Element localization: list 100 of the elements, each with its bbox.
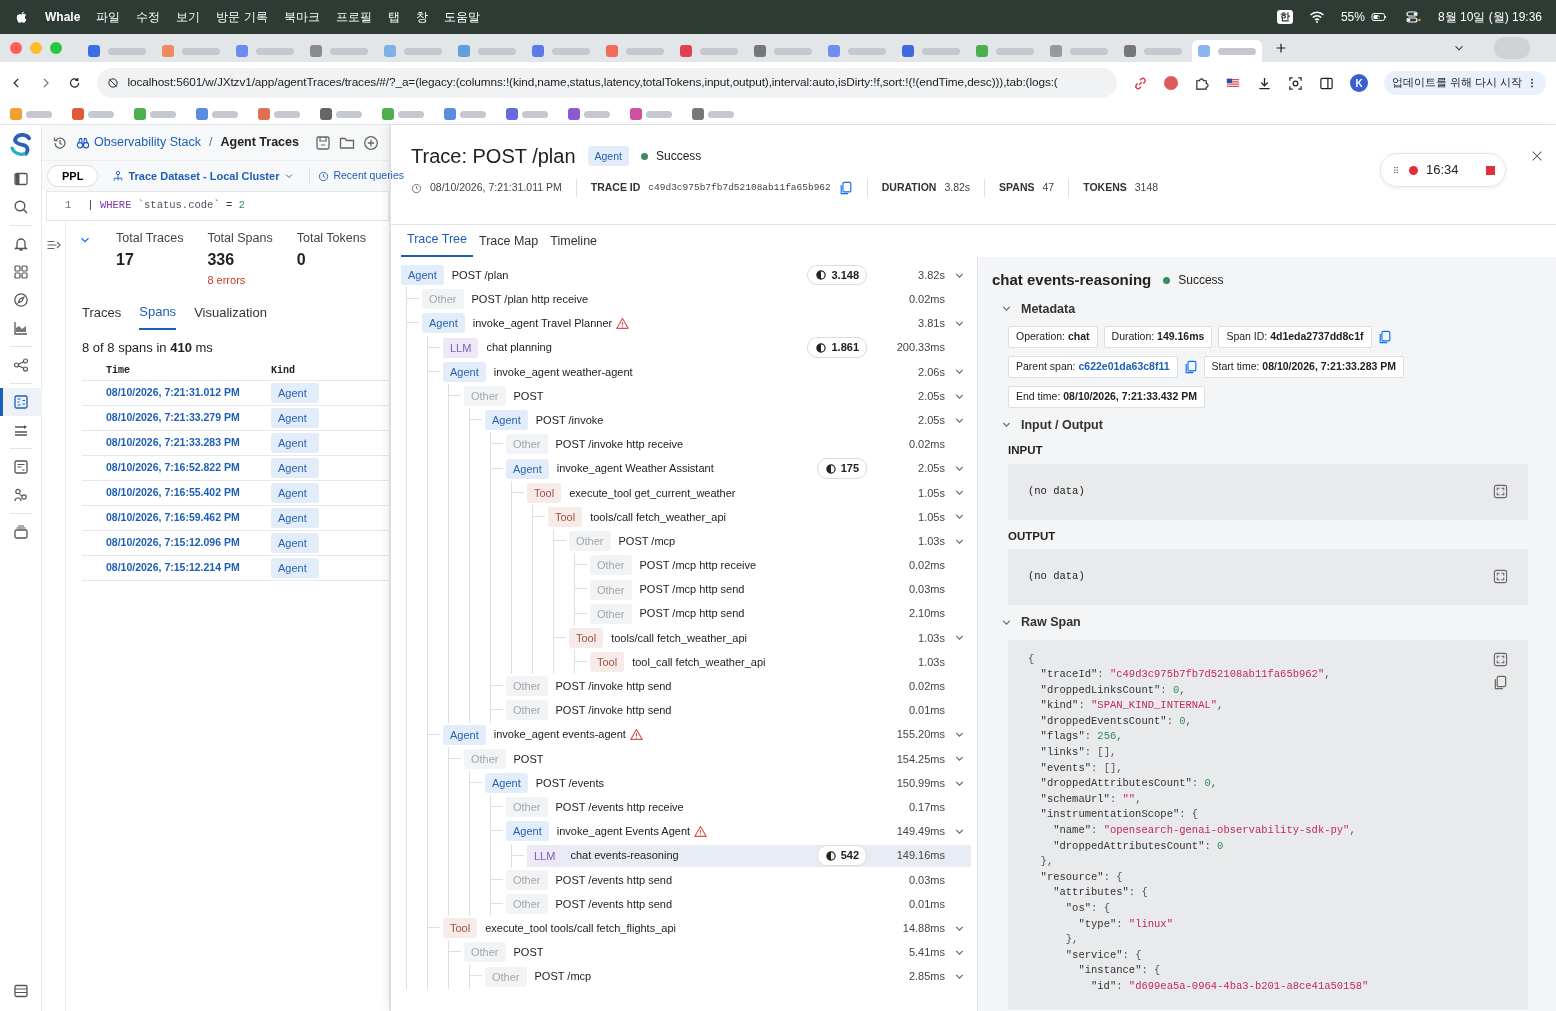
bookmark[interactable] — [132, 107, 178, 121]
timestamp-link[interactable]: 08/10/2026, 7:16:59.462 PM — [82, 510, 271, 527]
menu-item[interactable]: 북마크 — [283, 8, 320, 26]
span-row[interactable]: Other POST 154.25ms — [464, 747, 971, 770]
span-row[interactable]: Other POST /invoke http send 0.02ms — [506, 675, 971, 698]
screenshot-icon[interactable] — [1288, 75, 1304, 91]
span-row[interactable]: Other POST /mcp 2.85ms — [485, 965, 971, 988]
bookmark[interactable] — [70, 107, 116, 121]
menu-item[interactable]: 방문 기록 — [216, 8, 268, 26]
span-row[interactable]: Agent POST /invoke 2.05s — [485, 409, 971, 432]
bookmark[interactable] — [442, 107, 488, 121]
bookmark[interactable] — [628, 107, 674, 121]
close-window-button[interactable] — [10, 42, 22, 54]
recent-queries-button[interactable]: Recent queries — [318, 168, 405, 184]
bookmark[interactable] — [318, 107, 364, 121]
menu-item[interactable]: 창 — [415, 8, 428, 26]
span-row[interactable]: Other POST /mcp 1.03s — [569, 530, 971, 553]
puzzle-icon[interactable] — [1194, 75, 1210, 91]
span-row[interactable]: Agent POST /plan 3.148 3.82s — [401, 264, 971, 287]
bookmark[interactable] — [380, 107, 426, 121]
span-row[interactable]: Other POST /events http send 0.01ms — [506, 892, 971, 915]
span-row[interactable]: Other POST /invoke http send 0.01ms — [506, 699, 971, 722]
span-row[interactable]: Tool tool_call fetch_weather_api 1.03s — [590, 651, 971, 674]
copy-icon[interactable] — [1493, 674, 1508, 690]
query-language-button[interactable]: PPL — [47, 164, 99, 188]
app-menu[interactable]: Whale — [45, 8, 81, 26]
bookmark[interactable] — [566, 107, 612, 121]
flag-icon[interactable] — [1225, 76, 1242, 90]
fullscreen-icon[interactable] — [1493, 651, 1508, 667]
control-center-icon[interactable] — [1404, 9, 1422, 25]
span-row[interactable]: Tool execute_tool tools/call fetch_flights_api 14.88ms — [443, 917, 971, 940]
span-row[interactable]: Tool tools/call fetch_weather_api 1.05s — [548, 505, 971, 528]
new-tab-icon[interactable] — [1274, 41, 1288, 55]
timestamp-link[interactable]: 08/10/2026, 7:15:12.096 PM — [82, 535, 271, 552]
results-tab[interactable]: Spans — [139, 296, 177, 330]
section-title[interactable]: Raw Span — [1021, 612, 1081, 632]
timestamp-link[interactable]: 08/10/2026, 7:21:33.279 PM — [82, 410, 271, 427]
extension-icon[interactable] — [1164, 76, 1179, 90]
timestamp-link[interactable]: 08/10/2026, 7:15:12.214 PM — [82, 560, 271, 577]
menu-item[interactable]: 보기 — [176, 8, 201, 26]
span-row[interactable]: Other POST /mcp http send 2.10ms — [590, 602, 971, 625]
section-title[interactable]: Metadata — [1021, 299, 1076, 319]
bookmark[interactable] — [256, 107, 302, 121]
span-row[interactable]: Other POST /mcp http send 0.03ms — [590, 578, 971, 601]
span-row[interactable]: Agent POST /events 150.99ms — [485, 772, 971, 795]
menu-item[interactable]: 수정 — [136, 8, 161, 26]
span-row[interactable]: Other POST /invoke http receive 0.02ms — [506, 433, 971, 456]
span-row[interactable]: Agent invoke_agent Events Agent 149.49ms — [506, 820, 971, 843]
sidebar-icon[interactable] — [1319, 75, 1335, 91]
span-row[interactable]: LLM chat events-reasoning 542 149.16ms — [527, 844, 971, 867]
span-row[interactable]: Tool tools/call fetch_weather_api 1.03s — [569, 626, 971, 649]
timestamp-link[interactable]: 08/10/2026, 7:16:55.402 PM — [82, 485, 271, 502]
copy-icon[interactable] — [838, 181, 853, 195]
timestamp-link[interactable]: 08/10/2026, 7:21:31.012 PM — [82, 385, 271, 402]
results-tab[interactable]: Visualization — [194, 296, 267, 330]
site-info-icon[interactable] — [107, 77, 120, 89]
timestamp-link[interactable]: 08/10/2026, 7:21:33.283 PM — [82, 435, 271, 452]
span-row[interactable]: Agent invoke_agent events-agent 155.20ms — [443, 723, 971, 746]
apple-icon[interactable] — [14, 9, 29, 25]
profile-avatar[interactable]: K — [1350, 74, 1369, 92]
results-tab[interactable]: Traces — [82, 296, 122, 330]
bookmark[interactable] — [690, 107, 736, 121]
menu-item[interactable]: 탭 — [387, 8, 400, 26]
span-row[interactable]: Agent invoke_agent Travel Planner 3.81s — [422, 312, 971, 335]
history-icon[interactable] — [52, 134, 68, 151]
copy-icon[interactable] — [1377, 330, 1392, 345]
menu-item[interactable]: 파일 — [96, 8, 121, 26]
copy-icon[interactable] — [1183, 359, 1198, 374]
fullscreen-icon[interactable] — [1493, 569, 1508, 585]
span-row[interactable]: Agent invoke_agent Weather Assistant 175 2.05s — [506, 457, 971, 480]
span-row[interactable]: Other POST 5.41ms — [464, 941, 971, 964]
trace-tab[interactable]: Trace Map — [473, 226, 545, 257]
update-restart-button[interactable]: 업데이트를 위해 다시 시작 — [1384, 71, 1546, 95]
trace-tab[interactable]: Trace Tree — [401, 224, 473, 257]
input-source-indicator[interactable]: 한 — [1276, 10, 1293, 24]
bookmark[interactable] — [504, 107, 550, 121]
reload-icon[interactable] — [68, 76, 82, 90]
add-icon[interactable] — [363, 134, 379, 151]
browser-tab[interactable] — [1192, 40, 1262, 62]
trace-tab[interactable]: Timeline — [544, 226, 604, 257]
breadcrumb-link[interactable]: Observability Stack — [76, 133, 201, 152]
span-row[interactable]: Other POST 2.05s — [464, 385, 971, 408]
menu-item[interactable]: 프로필 — [335, 8, 372, 26]
span-row[interactable]: Agent invoke_agent weather-agent 2.06s — [443, 360, 971, 383]
menu-item[interactable]: 도움말 — [443, 8, 480, 26]
span-row[interactable]: LLM chat planning 1.861 200.33ms — [443, 336, 971, 359]
address-field[interactable]: localhost:5601/w/JXtzv1/app/agentTraces/traces/#/?_a=(legacy:(columns:!(kind,name,status,latency,totalTokens,input,output),interval:auto,isDirty:!f,sort:!(!(endTime,desc))),tab:(logs:( — [97, 68, 1118, 98]
wifi-icon[interactable] — [1308, 9, 1325, 25]
close-icon[interactable] — [1530, 149, 1544, 163]
save-icon[interactable] — [315, 134, 331, 151]
stop-button[interactable] — [1486, 165, 1495, 175]
link-icon[interactable] — [1133, 75, 1149, 91]
timestamp-link[interactable]: 08/10/2026, 7:16:52.822 PM — [82, 460, 271, 477]
dataset-dropdown[interactable]: Trace Dataset - Local Cluster — [106, 166, 302, 186]
section-title[interactable]: Input / Output — [1021, 415, 1103, 435]
query-editor[interactable]: 1 | WHERE `status.code` = 2 — [46, 191, 389, 221]
span-row[interactable]: Other POST /plan http receive 0.02ms — [422, 288, 971, 311]
nav-button[interactable] — [0, 388, 42, 416]
menubar-clock[interactable]: 8월 10일 (월) 19:36 — [1437, 8, 1542, 26]
span-row[interactable]: Tool execute_tool get_current_weather 1.05s — [527, 481, 971, 504]
